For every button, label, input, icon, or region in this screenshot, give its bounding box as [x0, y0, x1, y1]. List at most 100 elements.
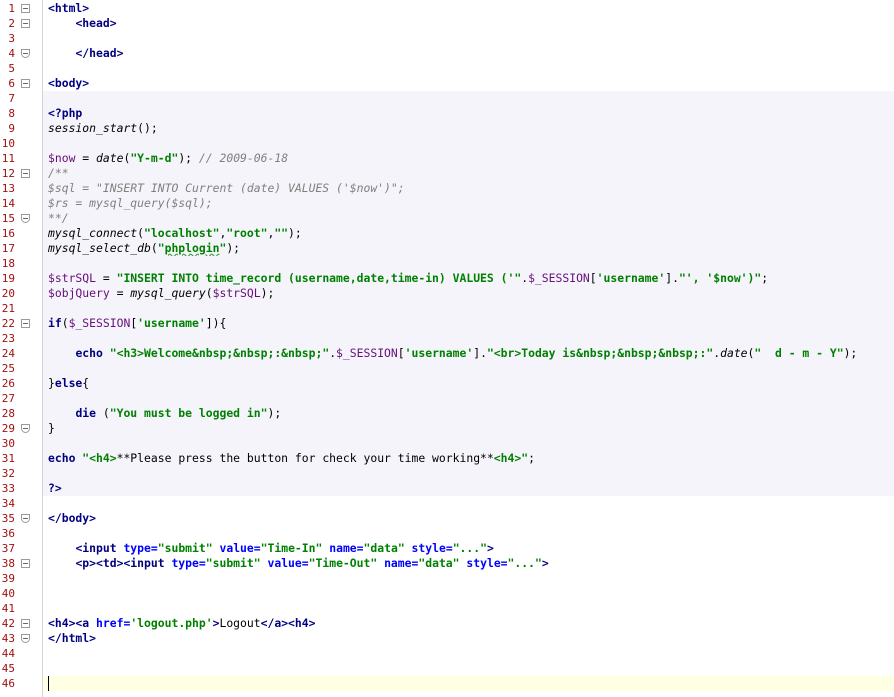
- fold-end-icon[interactable]: [21, 514, 30, 523]
- fold-end-icon[interactable]: [21, 214, 30, 223]
- code-token: );: [178, 151, 199, 165]
- code-line[interactable]: session_start();: [43, 121, 894, 136]
- code-line[interactable]: [43, 136, 894, 151]
- code-token: $rs = mysql_query($sql);: [48, 196, 213, 210]
- code-token: (: [150, 241, 158, 255]
- code-line[interactable]: mysql_connect("localhost","root","");: [43, 226, 894, 241]
- code-token: "submit": [205, 556, 261, 570]
- code-line[interactable]: ?>: [43, 481, 894, 496]
- code-line[interactable]: $strSQL = "INSERT INTO time_record (user…: [43, 271, 894, 286]
- line-number: 16: [1, 227, 15, 240]
- code-line[interactable]: <?php: [43, 106, 894, 121]
- code-token: session_start: [48, 121, 138, 135]
- code-token: name=: [329, 541, 364, 555]
- line-number: 25: [1, 362, 15, 375]
- code-line[interactable]: [43, 361, 894, 376]
- fold-collapse-icon[interactable]: [21, 4, 30, 13]
- code-line[interactable]: mysql_select_db("phplogin");: [43, 241, 894, 256]
- fold-collapse-icon[interactable]: [21, 619, 30, 628]
- line-number: 34: [1, 497, 15, 510]
- code-line[interactable]: }: [43, 421, 894, 436]
- code-token: " d - m - Y": [754, 346, 844, 360]
- code-line[interactable]: **/: [43, 211, 894, 226]
- line-number: 6: [8, 77, 15, 90]
- fold-collapse-icon[interactable]: [21, 319, 30, 328]
- fold-end-icon[interactable]: [21, 424, 30, 433]
- code-token: if: [48, 316, 62, 330]
- code-line[interactable]: echo "<h3>Welcome&nbsp;&nbsp;:&nbsp;".$_…: [43, 346, 894, 361]
- code-line[interactable]: </head>: [43, 46, 894, 61]
- line-number: 32: [1, 467, 15, 480]
- code-token: [: [397, 346, 405, 360]
- code-line[interactable]: [43, 676, 894, 691]
- code-line[interactable]: [43, 646, 894, 661]
- code-line[interactable]: <body>: [43, 76, 894, 91]
- code-token: =: [75, 151, 97, 165]
- code-line[interactable]: die ("You must be logged in");: [43, 406, 894, 421]
- fold-column: [16, 0, 42, 697]
- code-token: echo: [75, 346, 103, 360]
- code-token: }: [48, 376, 55, 390]
- code-token: [: [589, 271, 597, 285]
- code-line[interactable]: [43, 391, 894, 406]
- line-number: 9: [8, 122, 15, 135]
- code-editor[interactable]: 1 2 3 4 5 6 7 8 9 10 11 12 13 14 15 16 17 18 19 20 21 22 23 24 2…: [0, 0, 894, 697]
- code-line[interactable]: [43, 661, 894, 676]
- code-line[interactable]: <head>: [43, 16, 894, 31]
- code-line[interactable]: if($_SESSION['username']){: [43, 316, 894, 331]
- code-line[interactable]: [43, 301, 894, 316]
- line-number: 8: [8, 107, 15, 120]
- code-line[interactable]: [43, 586, 894, 601]
- fold-collapse-icon[interactable]: [21, 169, 30, 178]
- code-line[interactable]: </body>: [43, 511, 894, 526]
- line-number: 1: [8, 2, 15, 15]
- code-area[interactable]: <html> <head> </head> <body> <?php session_…: [43, 0, 894, 697]
- code-line[interactable]: [43, 256, 894, 271]
- code-line[interactable]: <p><td><input type="submit" value="Time-…: [43, 556, 894, 571]
- fold-collapse-icon[interactable]: [21, 19, 30, 28]
- line-number: 37: [1, 542, 15, 555]
- code-line[interactable]: <input type="submit" value="Time-In" nam…: [43, 541, 894, 556]
- code-token: mysql_query: [130, 286, 206, 300]
- code-line[interactable]: $sql = "INSERT INTO Current (date) VALUE…: [43, 181, 894, 196]
- code-token: value=: [267, 556, 309, 570]
- code-line[interactable]: /**: [43, 166, 894, 181]
- code-line[interactable]: <html>: [43, 1, 894, 16]
- code-line[interactable]: [43, 571, 894, 586]
- code-line[interactable]: $objQuery = mysql_query($strSQL);: [43, 286, 894, 301]
- line-number: 21: [1, 302, 15, 315]
- line-number: 7: [8, 92, 15, 105]
- fold-collapse-icon[interactable]: [21, 559, 30, 568]
- code-line[interactable]: }else{: [43, 376, 894, 391]
- code-line[interactable]: [43, 466, 894, 481]
- code-line[interactable]: $now = date("Y-m-d"); // 2009-06-18: [43, 151, 894, 166]
- line-number: 38: [1, 557, 15, 570]
- fold-end-icon[interactable]: [21, 634, 30, 643]
- code-token: $now: [48, 151, 76, 165]
- code-token: <?php: [48, 106, 83, 120]
- code-line[interactable]: [43, 91, 894, 106]
- code-line[interactable]: [43, 436, 894, 451]
- code-token: ;: [528, 451, 535, 465]
- code-line[interactable]: [43, 496, 894, 511]
- code-line[interactable]: [43, 31, 894, 46]
- code-line[interactable]: <h4><a href='logout.php'>Logout</a><h4>: [43, 616, 894, 631]
- line-number: 42: [1, 617, 15, 630]
- code-line[interactable]: [43, 526, 894, 541]
- code-line[interactable]: $rs = mysql_query($sql);: [43, 196, 894, 211]
- code-token: >: [487, 541, 494, 555]
- code-token: "Time-Out": [308, 556, 378, 570]
- code-line[interactable]: [43, 331, 894, 346]
- code-line[interactable]: [43, 601, 894, 616]
- code-line[interactable]: [43, 61, 894, 76]
- code-line[interactable]: echo "<h4>**Please press the button for …: [43, 451, 894, 466]
- line-number: 24: [1, 347, 15, 360]
- code-line[interactable]: </html>: [43, 631, 894, 646]
- code-token: <h4><a: [48, 616, 97, 630]
- code-token: );: [260, 286, 275, 300]
- code-token: {: [82, 376, 90, 390]
- fold-end-icon[interactable]: [21, 49, 30, 58]
- code-token: $strSQL: [212, 286, 261, 300]
- fold-collapse-icon[interactable]: [21, 79, 30, 88]
